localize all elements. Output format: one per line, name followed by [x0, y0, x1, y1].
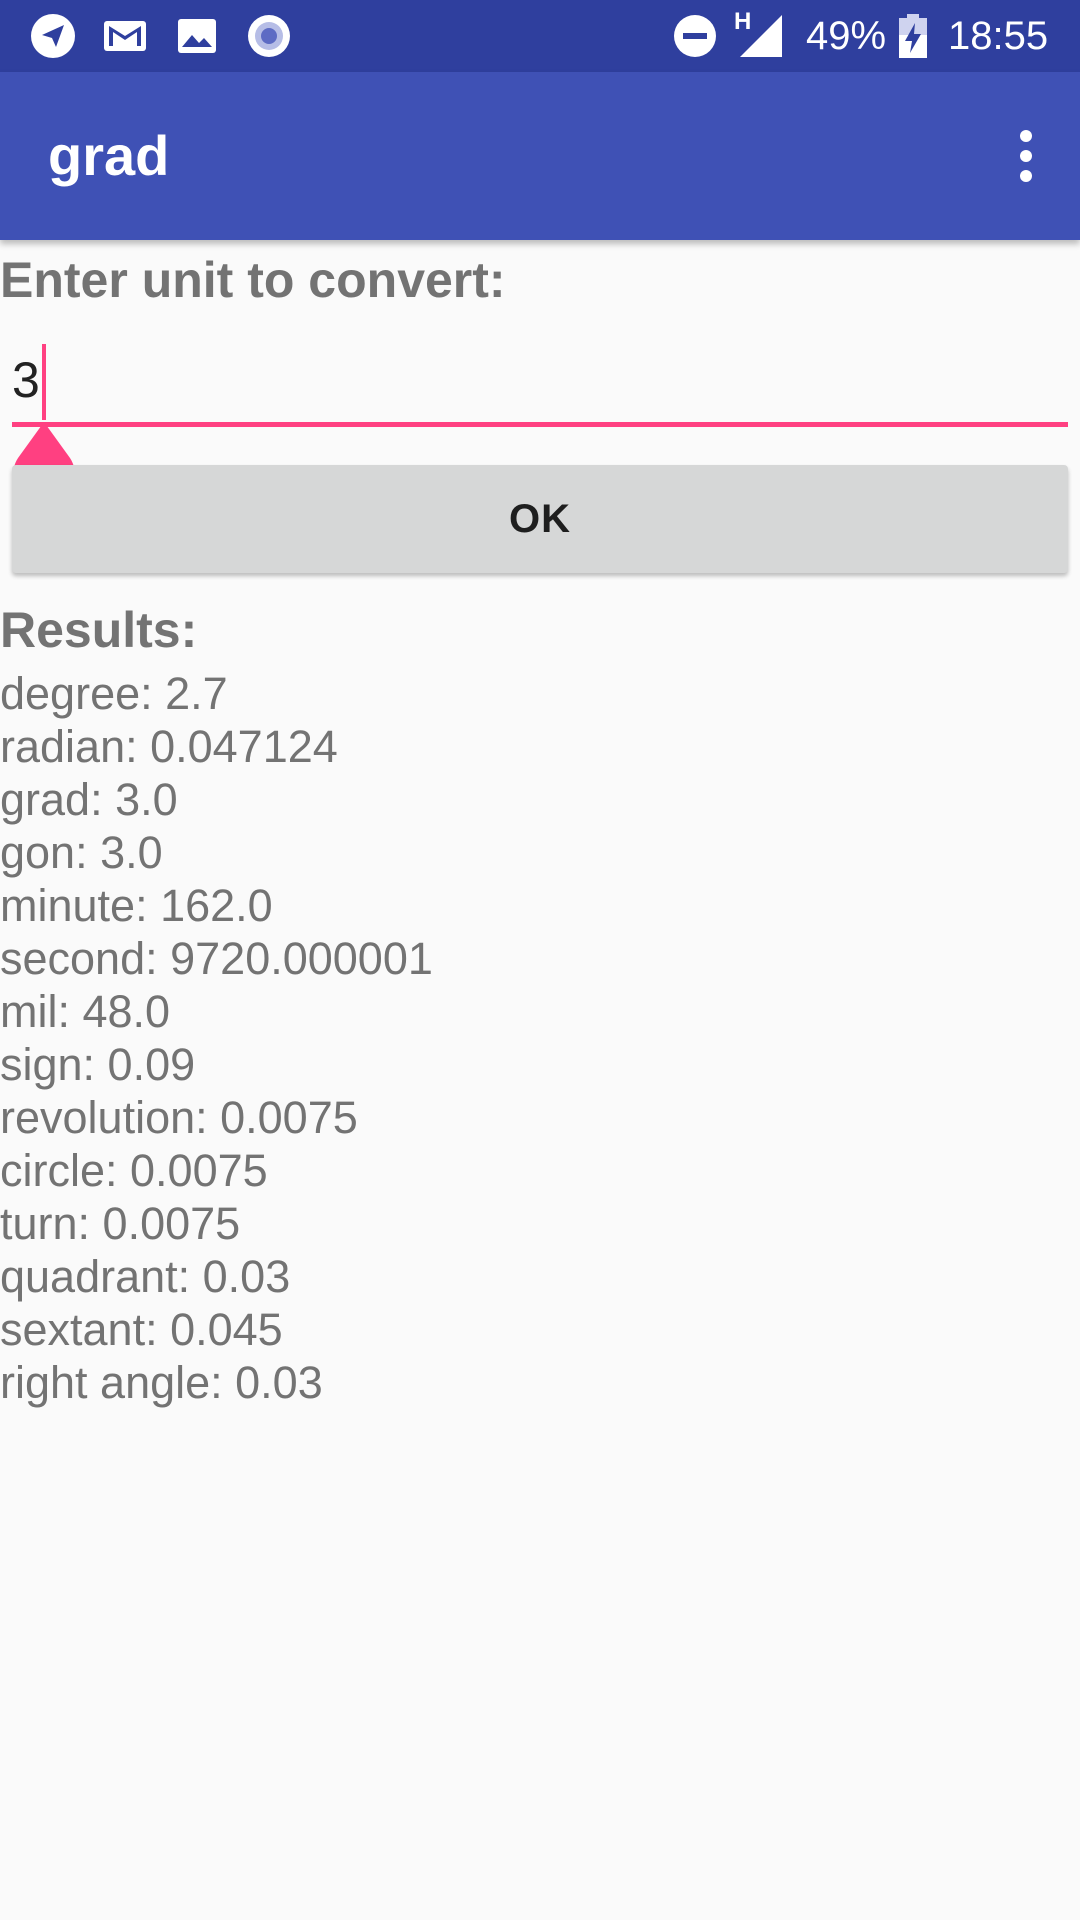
app-title: grad	[48, 124, 170, 187]
results-list: degree: 2.7 radian: 0.047124 grad: 3.0 g…	[0, 667, 433, 1409]
more-vert-icon[interactable]	[1002, 124, 1050, 188]
result-item: revolution: 0.0075	[0, 1092, 358, 1143]
do-not-disturb-icon	[674, 15, 716, 57]
status-bar: H 49% 18:55	[0, 0, 1080, 72]
result-item: degree: 2.7	[0, 668, 228, 719]
result-item: sextant: 0.045	[0, 1304, 283, 1355]
input-underline	[12, 422, 1068, 427]
result-item: radian: 0.047124	[0, 721, 338, 772]
result-item: mil: 48.0	[0, 986, 171, 1037]
text-caret	[42, 344, 46, 420]
gmail-icon	[104, 21, 146, 51]
app-bar: grad	[0, 72, 1080, 240]
unit-input-value[interactable]: 3	[12, 350, 40, 410]
result-item: second: 9720.000001	[0, 933, 433, 984]
battery-charging-icon	[899, 14, 927, 58]
result-item: quadrant: 0.03	[0, 1251, 291, 1302]
result-item: minute: 162.0	[0, 880, 273, 931]
result-item: gon: 3.0	[0, 827, 163, 878]
result-item: right angle: 0.03	[0, 1357, 323, 1408]
result-item: turn: 0.0075	[0, 1198, 241, 1249]
result-item: circle: 0.0075	[0, 1145, 268, 1196]
record-icon	[248, 15, 290, 57]
battery-percentage: 49%	[806, 14, 887, 58]
unit-input[interactable]: 3	[12, 336, 1068, 506]
prompt-label: Enter unit to convert:	[0, 252, 506, 308]
result-item: sign: 0.09	[0, 1039, 196, 1090]
signal-icon	[740, 15, 782, 57]
gallery-icon	[178, 19, 216, 53]
ok-button[interactable]: OK	[12, 465, 1068, 573]
telegram-icon	[31, 14, 75, 58]
results-title: Results:	[0, 602, 198, 658]
clock: 18:55	[948, 14, 1049, 58]
result-item: grad: 3.0	[0, 774, 178, 825]
